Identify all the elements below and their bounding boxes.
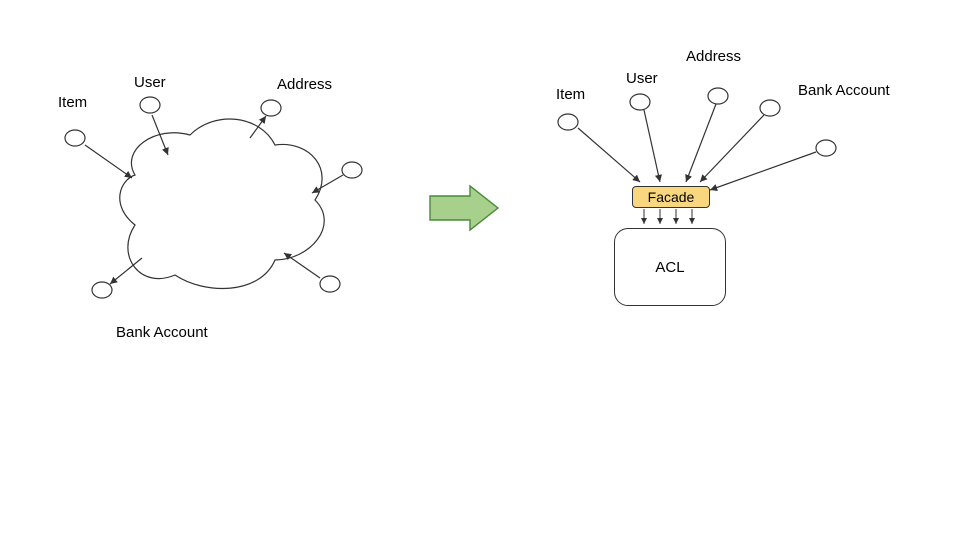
right-address-label: Address (686, 48, 741, 65)
arrow-left-user (152, 115, 168, 155)
left-bottom-right-oval (320, 276, 340, 292)
acl-label: ACL (655, 259, 684, 276)
arrow-right-item (578, 128, 640, 182)
left-user-oval (140, 97, 160, 113)
left-item-oval (65, 130, 85, 146)
right-bank-account-label: Bank Account (798, 82, 890, 99)
right-item-oval (558, 114, 578, 130)
left-item-label: Item (58, 94, 87, 111)
arrow-left-bottomleft (110, 258, 142, 284)
left-bottom-left-oval (92, 282, 112, 298)
left-bank-account-label: Bank Account (116, 324, 208, 341)
facade-box: Facade (632, 186, 710, 208)
left-address-oval (261, 100, 281, 116)
right-extra-oval (760, 100, 780, 116)
transition-arrow (430, 186, 498, 230)
right-bank-oval (816, 140, 836, 156)
arrow-left-bottomright (284, 253, 320, 278)
left-blob-label: ACL-ish (166, 202, 219, 219)
right-item-label: Item (556, 86, 585, 103)
arrow-left-rightmid (312, 175, 343, 193)
arrow-right-address (686, 104, 716, 182)
acl-ish-blob (120, 119, 324, 289)
left-user-label: User (134, 74, 166, 91)
arrow-right-bank (710, 152, 816, 190)
left-right-mid-oval (342, 162, 362, 178)
arrow-right-user (644, 110, 660, 182)
facade-label: Facade (648, 189, 695, 205)
right-user-oval (630, 94, 650, 110)
right-address-oval (708, 88, 728, 104)
right-user-label: User (626, 70, 658, 87)
left-address-label: Address (277, 76, 332, 93)
arrow-left-address (250, 116, 266, 138)
acl-box: ACL (614, 228, 726, 306)
arrow-left-item (85, 145, 132, 178)
arrow-right-extra (700, 115, 764, 182)
